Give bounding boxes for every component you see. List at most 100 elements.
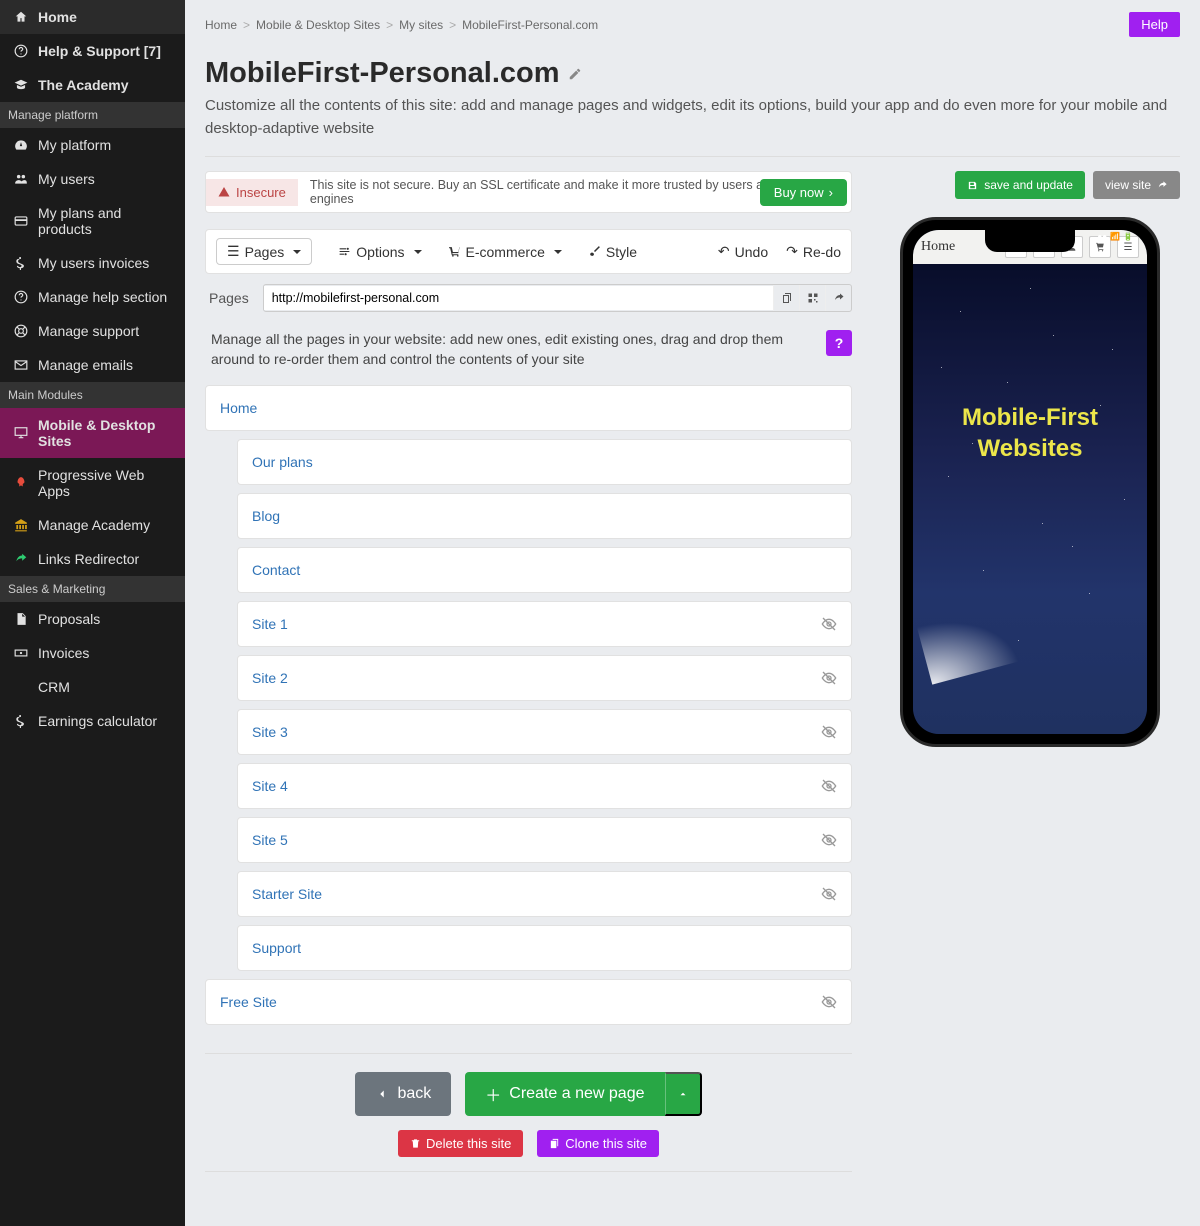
page-item[interactable]: Blog — [237, 493, 852, 539]
copy-icon — [549, 1138, 560, 1149]
buy-now-button[interactable]: Buy now › — [760, 179, 847, 206]
undo-icon: ↶ — [718, 243, 730, 260]
create-page-dropdown[interactable] — [665, 1072, 702, 1116]
nav-label: Links Redirector — [38, 551, 139, 567]
page-label: Free Site — [220, 994, 277, 1010]
chevron-right-icon: › — [829, 185, 833, 200]
insecure-alert: Insecure This site is not secure. Buy an… — [205, 171, 852, 213]
page-item[interactable]: Support — [237, 925, 852, 971]
page-item[interactable]: Our plans — [237, 439, 852, 485]
nav-label: Proposals — [38, 611, 100, 627]
nav-my-users-invoices[interactable]: My users invoices — [0, 246, 185, 280]
nav-label: The Academy — [38, 77, 129, 93]
hidden-icon[interactable] — [821, 994, 837, 1010]
nav-earnings-calculator[interactable]: Earnings calculator — [0, 704, 185, 738]
page-item[interactable]: Site 3 — [237, 709, 852, 755]
redo-button[interactable]: ↷ Re-do — [786, 243, 841, 260]
page-label: Site 4 — [252, 778, 288, 794]
hidden-icon[interactable] — [821, 616, 837, 632]
page-item[interactable]: Site 4 — [237, 763, 852, 809]
nav-my-platform[interactable]: My platform — [0, 128, 185, 162]
home-icon — [12, 10, 30, 24]
page-label: Blog — [252, 508, 280, 524]
pages-dropdown[interactable]: ☰ Pages — [216, 238, 312, 265]
nav-crm[interactable]: CRM — [0, 670, 185, 704]
nav-label: Mobile & Desktop Sites — [38, 417, 173, 449]
nav-mobile-desktop-sites[interactable]: Mobile & Desktop Sites — [0, 408, 185, 458]
url-input[interactable] — [264, 286, 773, 310]
hidden-icon[interactable] — [821, 778, 837, 794]
edit-title-icon[interactable] — [568, 67, 582, 81]
nav-home[interactable]: Home — [0, 0, 185, 34]
save-update-button[interactable]: save and update — [955, 171, 1085, 199]
nav-manage-help-section[interactable]: Manage help section — [0, 280, 185, 314]
ecommerce-dropdown[interactable]: E-commerce — [448, 244, 562, 260]
pages-label: Pages — [205, 290, 253, 306]
page-label: Support — [252, 940, 301, 956]
help-question-button[interactable]: ? — [826, 330, 852, 356]
undo-button[interactable]: ↶ Undo — [718, 243, 768, 260]
nav-my-users[interactable]: My users — [0, 162, 185, 196]
nav-progressive-web-apps[interactable]: Progressive Web Apps — [0, 458, 185, 508]
graduation-icon — [12, 78, 30, 92]
breadcrumb-item[interactable]: Home — [205, 18, 237, 32]
page-item[interactable]: Site 2 — [237, 655, 852, 701]
hidden-icon[interactable] — [821, 832, 837, 848]
nav-manage-support[interactable]: Manage support — [0, 314, 185, 348]
nav-the-academy[interactable]: The Academy — [0, 68, 185, 102]
nav-manage-emails[interactable]: Manage emails — [0, 348, 185, 382]
back-button[interactable]: back — [355, 1072, 451, 1116]
chevron-left-icon — [375, 1087, 389, 1101]
page-item[interactable]: Site 1 — [237, 601, 852, 647]
page-item[interactable]: Starter Site — [237, 871, 852, 917]
page-item[interactable]: Home — [205, 385, 852, 431]
nav-my-plans-and-products[interactable]: My plans and products — [0, 196, 185, 246]
page-item[interactable]: Site 5 — [237, 817, 852, 863]
instructions-text: Manage all the pages in your website: ad… — [205, 330, 814, 369]
hidden-icon[interactable] — [821, 670, 837, 686]
nav-invoices[interactable]: Invoices — [0, 636, 185, 670]
page-label: Starter Site — [252, 886, 322, 902]
help-button[interactable]: Help — [1129, 12, 1180, 37]
nav-help-support-7-[interactable]: Help & Support [7] — [0, 34, 185, 68]
insecure-badge: Insecure — [236, 185, 286, 200]
style-button[interactable]: Style — [588, 244, 637, 260]
external-icon — [1157, 180, 1168, 191]
nav-label: My users — [38, 171, 95, 187]
clone-site-button[interactable]: Clone this site — [537, 1130, 659, 1157]
page-item[interactable]: Contact — [237, 547, 852, 593]
page-item[interactable]: Free Site — [205, 979, 852, 1025]
nav-links-redirector[interactable]: Links Redirector — [0, 542, 185, 576]
nav-label: Invoices — [38, 645, 89, 661]
lifebuoy-icon — [12, 324, 30, 338]
rocket-icon — [12, 476, 30, 490]
page-label: Home — [220, 400, 257, 416]
qr-icon[interactable] — [799, 285, 825, 311]
share-icon[interactable] — [825, 285, 851, 311]
hidden-icon[interactable] — [821, 724, 837, 740]
create-page-button[interactable]: ＋ Create a new page — [465, 1072, 664, 1116]
view-site-button[interactable]: view site — [1093, 171, 1180, 199]
breadcrumb-item: MobileFirst-Personal.com — [462, 18, 598, 32]
hidden-icon[interactable] — [821, 886, 837, 902]
editor-toolbar: ☰ Pages Options E-commerce Style — [205, 229, 852, 274]
copy-icon[interactable] — [773, 285, 799, 311]
creditcard-icon — [12, 214, 30, 228]
dollar-icon — [12, 714, 30, 728]
file-icon — [12, 612, 30, 626]
nav-proposals[interactable]: Proposals — [0, 602, 185, 636]
delete-site-button[interactable]: Delete this site — [398, 1130, 523, 1157]
breadcrumb-item[interactable]: My sites — [399, 18, 443, 32]
section-modules: Main Modules — [0, 382, 185, 408]
desktop-icon — [12, 426, 30, 440]
preview-hero-text: Mobile-First Websites — [925, 402, 1136, 464]
tachometer-icon — [12, 138, 30, 152]
options-dropdown[interactable]: Options — [338, 244, 421, 260]
list-icon: ☰ — [227, 243, 240, 260]
nav-manage-academy[interactable]: Manage Academy — [0, 508, 185, 542]
divider — [205, 156, 1180, 157]
phone-notch — [985, 230, 1075, 252]
page-label: Site 5 — [252, 832, 288, 848]
section-platform: Manage platform — [0, 102, 185, 128]
breadcrumb-item[interactable]: Mobile & Desktop Sites — [256, 18, 380, 32]
